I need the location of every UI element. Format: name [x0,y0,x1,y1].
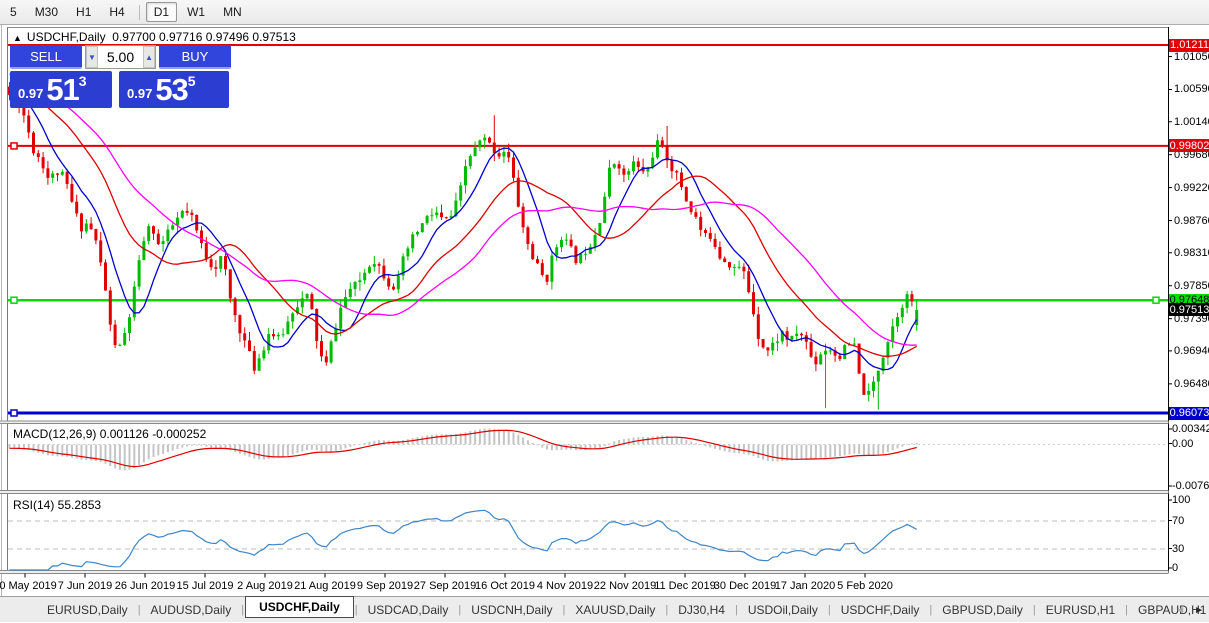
tab-separator: | [1125,603,1128,616]
chart-tab-usdcad-daily-3[interactable]: USDCAD,Daily [359,600,458,620]
chart-tab-usdcnh-daily-4[interactable]: USDCNH,Daily [462,600,561,620]
chart-title: ▲ USDCHF,Daily 0.97700 0.97716 0.97496 0.… [13,30,296,44]
tab-separator: | [665,603,669,616]
chart-tab-dj30-h4-6[interactable]: DJ30,H4 [669,600,734,620]
date-axis-label: 30 Dec 2019 [713,580,777,592]
buy-button[interactable]: BUY [159,45,231,69]
price-axis-tick: 0.96480 [1174,377,1209,390]
tab-separator: | [137,603,141,616]
buy-price-major: 0.97 [127,86,153,101]
date-axis-label: 22 Nov 2019 [593,580,657,592]
tab-separator: | [827,603,831,616]
date-axis-label: 7 Jun 2019 [57,580,113,592]
date-axis-label: 21 Aug 2019 [294,580,356,592]
moving-average-34 [9,73,917,346]
chart-marker-icon: ▲ [13,33,22,43]
chart-tab-gbpusd-daily-9[interactable]: GBPUSD,Daily [933,600,1032,620]
date-axis-label: 27 Sep 2019 [413,580,477,592]
buy-price-display[interactable]: 0.97 53 5 [119,71,229,108]
chart-tab-eurusd-h1-10[interactable]: EURUSD,H1 [1037,600,1124,620]
macd-indicator-label: MACD(12,26,9) 0.001126 -0.000252 [13,427,207,441]
chart-symbol: USDCHF,Daily [26,30,106,44]
date-axis-label: 4 Nov 2019 [536,580,594,592]
tab-separator: | [458,603,462,616]
chart-tab-xauusd-daily-5[interactable]: XAUUSD,Daily [566,600,664,620]
tab-separator: | [1032,603,1036,616]
rsi-axis-tick: 70 [1172,514,1185,527]
price-axis-tick: 0.99220 [1174,181,1209,194]
price-axis-tick: 1.00140 [1174,115,1209,128]
rsi-axis-tick: 100 [1172,494,1191,506]
chart-ohlc-values: 0.97700 0.97716 0.97496 0.97513 [112,30,296,44]
tab-scroll-left-icon[interactable]: ◄ [1175,605,1185,616]
moving-average-21 [9,82,918,357]
one-click-trade-panel: SELL ▼ ▲ BUY 0.97 51 3 0.97 53 5 [10,45,231,108]
chart-tab-eurusd-daily-0[interactable]: EURUSD,Daily [38,600,137,620]
tab-scroll-right-icon[interactable]: ► [1194,605,1204,616]
rsi-indicator-label: RSI(14) 55.2853 [13,498,102,512]
tab-separator: | [929,603,933,616]
chart-tab-usdoil-daily-7[interactable]: USDOil,Daily [739,600,827,620]
chart-tab-usdchf-daily-8[interactable]: USDCHF,Daily [832,600,929,620]
price-axis-tick: 0.98310 [1174,246,1209,259]
buy-price-point: 5 [187,73,196,89]
rsi-axis-tick: 30 [1172,542,1185,555]
sell-price-pips: 51 [46,72,79,108]
macd-axis-tick: 0.00 [1172,437,1194,450]
chart-tab-audusd-daily-1[interactable]: AUDUSD,Daily [142,600,241,620]
buy-price-pips: 53 [155,72,188,108]
date-axis-label: 20 May 2019 [0,580,57,592]
sell-price-major: 0.97 [18,86,44,101]
date-axis-label: 15 Jul 2019 [176,580,234,592]
date-axis-label: 17 Jan 2020 [774,580,836,592]
volume-input[interactable] [97,46,144,68]
tab-separator: | [241,603,245,616]
rsi-axis-tick: 0 [1172,562,1179,574]
moving-average-8 [9,90,918,371]
tab-separator: | [354,603,358,616]
date-axis-label: 2 Aug 2019 [237,580,293,592]
sell-price-point: 3 [78,73,87,89]
price-axis-tick: 1.00590 [1174,83,1209,96]
price-axis-tick: 0.98760 [1174,214,1209,227]
date-axis-label: 26 Jun 2019 [114,580,176,592]
tab-scroll-nav: ◄ ► [1175,597,1204,623]
macd-axis-tick: -0.007615 [1172,480,1209,492]
tab-separator: | [734,603,738,616]
chart-tab-usdchf-daily-2[interactable]: USDCHF,Daily [245,596,354,618]
date-axis-label: 11 Dec 2019 [654,580,716,592]
price-axis-tick: 0.97850 [1174,279,1209,292]
volume-decrement-icon[interactable]: ▼ [86,46,98,68]
rsi-line [9,509,917,571]
date-axis-label: 16 Oct 2019 [475,580,535,592]
date-axis-label: 9 Sep 2019 [356,580,414,592]
macd-axis-tick: 0.003428 [1172,423,1209,435]
level-price-label: 0.96073 [1169,406,1209,420]
tab-separator: | [562,603,566,616]
chart-tab-bar: EURUSD,Daily | AUDUSD,Daily | USDCHF,Daily | U… [0,596,1209,622]
sell-button[interactable]: SELL [10,45,82,69]
price-axis-tick: 1.01050 [1174,50,1209,63]
date-axis-label: 5 Feb 2020 [837,580,893,592]
candlestick-series [8,75,919,410]
current-price-label: 0.97513 [1169,303,1209,317]
price-axis-tick: 0.96940 [1174,344,1209,357]
volume-increment-icon[interactable]: ▲ [143,46,155,68]
sell-price-display[interactable]: 0.97 51 3 [10,71,112,108]
level-price-label: 1.01211 [1169,38,1209,52]
level-price-label: 0.99802 [1169,139,1209,153]
mt4-terminal: { "toolbar": { "timeframes": ["5", "M30"… [0,0,1209,622]
volume-spinner: ▼ ▲ [85,45,156,69]
